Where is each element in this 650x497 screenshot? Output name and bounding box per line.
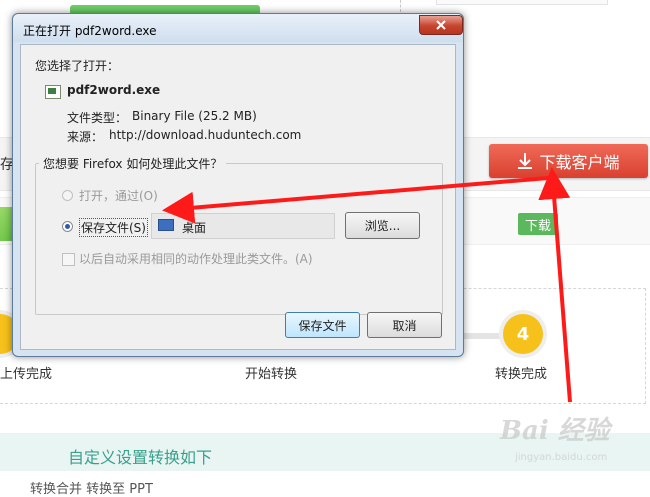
open-with-label[interactable]: 打开，通过(O)	[79, 187, 158, 204]
file-type-value: Binary File (25.2 MB)	[132, 109, 257, 123]
action-groupbox	[35, 163, 443, 315]
divider-line	[400, 0, 402, 12]
source-label: 来源：	[67, 130, 104, 144]
application-file-icon	[45, 85, 61, 99]
auto-action-label[interactable]: 以后自动采用相同的动作处理此类文件。(A)	[79, 250, 313, 267]
step-label-start: 开始转换	[245, 367, 298, 382]
cancel-button[interactable]: 取消	[367, 312, 442, 338]
desktop-icon	[158, 219, 174, 231]
settings-title: 自定义设置转换如下	[68, 448, 213, 467]
file-type-label: 文件类型：	[67, 111, 128, 125]
save-file-button[interactable]: 保存文件	[285, 312, 360, 338]
action-question: 您想要 Firefox 如何处理此文件？	[39, 155, 227, 172]
save-file-label[interactable]: 保存文件(S)	[79, 218, 148, 237]
destination-label: 桌面	[182, 221, 207, 235]
step-4-circle: 4	[503, 314, 543, 354]
download-client-label: 下载客户端	[539, 153, 620, 172]
baidu-watermark: Bai 经验	[500, 416, 610, 446]
save-file-radio[interactable]	[62, 221, 73, 232]
browse-button[interactable]: 浏览...	[345, 212, 420, 239]
watermark-url: jingyan.baidu.com	[515, 452, 608, 463]
dialog-title: 正在打开 pdf2word.exe	[23, 24, 157, 38]
dialog-body: 您选择了打开： pdf2word.exe 文件类型： Binary File (…	[20, 44, 456, 350]
step-label-upload: 上传完成	[0, 367, 53, 382]
auto-action-checkbox[interactable]	[62, 253, 75, 266]
source-url: http://download.huduntech.com	[109, 128, 302, 142]
dialog-titlebar[interactable]: 正在打开 pdf2word.exe	[13, 14, 463, 42]
row-download-button[interactable]: 下载	[518, 213, 558, 235]
open-file-dialog: 正在打开 pdf2word.exe 您选择了打开： pdf2word.exe 文…	[12, 13, 464, 357]
you-chose-text: 您选择了打开：	[35, 59, 120, 73]
download-client-button[interactable]: 下载客户端	[489, 144, 648, 178]
right-card	[436, 0, 608, 5]
close-button[interactable]	[419, 15, 463, 35]
destination-field	[151, 213, 335, 239]
close-icon	[436, 20, 446, 30]
download-icon	[518, 153, 533, 169]
file-name: pdf2word.exe	[67, 83, 161, 97]
step-label-done: 转换完成	[495, 367, 548, 382]
open-with-radio[interactable]	[62, 190, 73, 201]
